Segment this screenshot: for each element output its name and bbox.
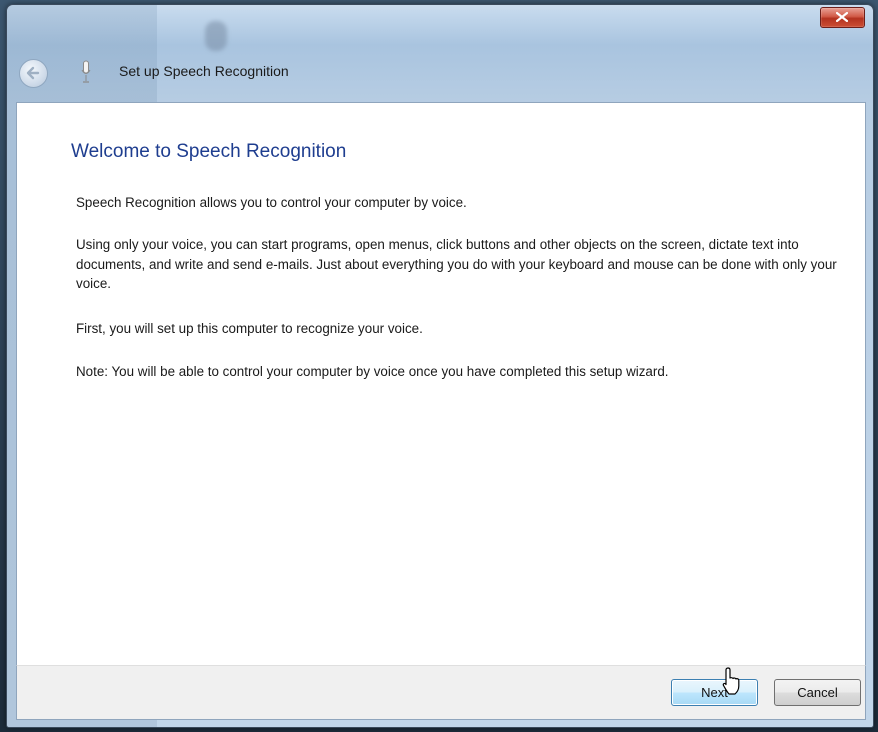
background-window-reflection (197, 11, 737, 101)
intro-paragraph: Speech Recognition allows you to control… (76, 195, 467, 210)
page-heading: Welcome to Speech Recognition (71, 141, 347, 162)
cancel-button[interactable]: Cancel (774, 679, 861, 706)
wizard-window: Set up Speech Recognition Welcome to Spe… (6, 4, 874, 728)
back-arrow-icon (26, 66, 40, 80)
setup-paragraph: First, you will set up this computer to … (76, 321, 423, 336)
microphone-icon (81, 60, 91, 83)
window-title: Set up Speech Recognition (119, 63, 289, 79)
description-paragraph: Using only your voice, you can start pro… (76, 237, 837, 291)
wizard-footer: Next Cancel (16, 665, 866, 720)
close-button[interactable] (820, 7, 865, 28)
note-paragraph: Note: You will be able to control your c… (76, 364, 669, 379)
back-button[interactable] (19, 59, 48, 88)
next-button[interactable]: Next (671, 679, 758, 706)
wizard-content-panel: Welcome to Speech Recognition Speech Rec… (16, 102, 866, 666)
close-icon (836, 12, 848, 22)
